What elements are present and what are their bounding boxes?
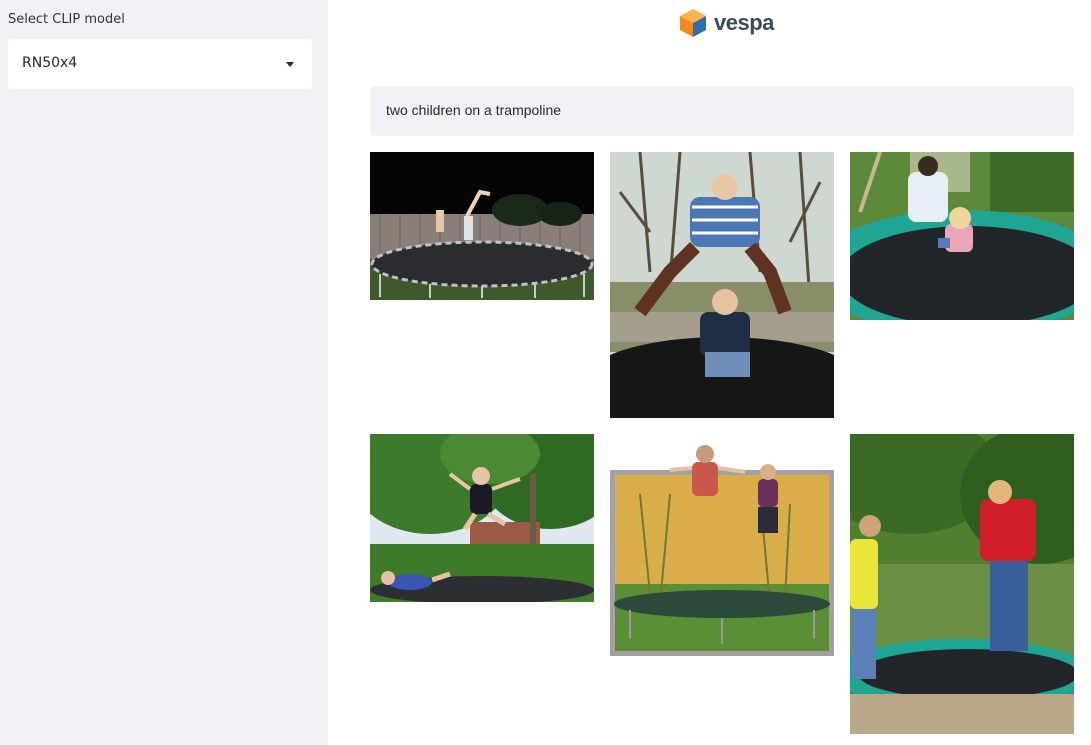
vespa-wordmark: vespa bbox=[714, 10, 774, 35]
result-image-4[interactable] bbox=[370, 434, 594, 602]
caret-down-icon bbox=[286, 62, 294, 67]
result-image-3[interactable] bbox=[850, 152, 1074, 320]
search-input[interactable]: two children on a trampoline bbox=[370, 86, 1074, 136]
result-image-5[interactable] bbox=[610, 434, 834, 656]
vespa-logo: vespa bbox=[678, 6, 774, 40]
sidebar: Select CLIP model RN50x4 bbox=[0, 0, 328, 745]
model-select[interactable]: RN50x4 bbox=[8, 39, 312, 89]
vespa-cube-icon bbox=[680, 9, 706, 37]
model-select-value: RN50x4 bbox=[22, 55, 78, 71]
result-image-6[interactable] bbox=[850, 434, 1074, 734]
main-content: vespa two children on a trampoline bbox=[328, 0, 1091, 745]
model-select-label: Select CLIP model bbox=[8, 12, 125, 27]
result-image-1[interactable] bbox=[370, 152, 594, 300]
result-image-2[interactable] bbox=[610, 152, 834, 418]
search-query: two children on a trampoline bbox=[386, 102, 562, 118]
